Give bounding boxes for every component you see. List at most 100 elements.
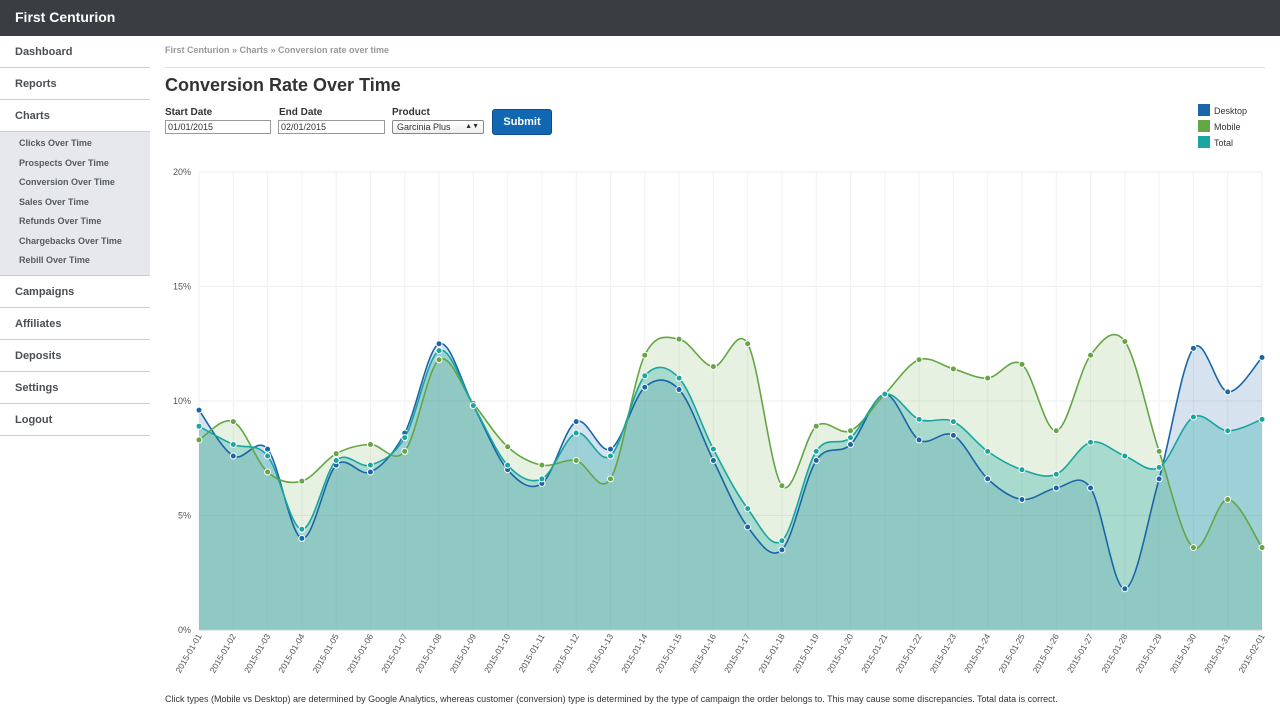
y-tick-label: 0% <box>178 625 191 635</box>
sidebar-item-dashboard[interactable]: Dashboard <box>0 36 150 68</box>
charts-subnav: Clicks Over Time Prospects Over Time Con… <box>0 132 150 276</box>
x-tick-label: 2015-01-07 <box>379 632 410 675</box>
x-tick-label: 2015-01-11 <box>517 632 547 674</box>
x-tick-label: 2015-01-26 <box>1031 632 1062 675</box>
legend-swatch-total <box>1198 136 1210 148</box>
point-mobile <box>949 365 957 373</box>
point-total <box>366 461 374 469</box>
point-desktop <box>572 418 580 426</box>
legend-item-mobile[interactable]: Mobile <box>1198 120 1247 136</box>
point-desktop <box>1258 353 1266 361</box>
breadcrumb[interactable]: First Centurion » Charts » Conversion ra… <box>165 45 389 55</box>
subnav-item-refunds-over-time[interactable]: Refunds Over Time <box>0 212 150 232</box>
sidebar-item-affiliates[interactable]: Affiliates <box>0 308 150 340</box>
subnav-item-chargebacks-over-time[interactable]: Chargebacks Over Time <box>0 232 150 252</box>
sidebar-item-logout[interactable]: Logout <box>0 404 150 436</box>
point-desktop <box>744 523 752 531</box>
subnav-item-conversion-over-time[interactable]: Conversion Over Time <box>0 173 150 193</box>
x-tick-label: 2015-01-19 <box>791 632 822 675</box>
x-tick-label: 2015-01-09 <box>448 632 479 675</box>
point-mobile <box>812 422 820 430</box>
point-mobile <box>572 457 580 465</box>
x-tick-label: 2015-01-10 <box>482 632 513 675</box>
point-mobile <box>1189 544 1197 552</box>
point-total <box>435 347 443 355</box>
x-tick-label: 2015-01-05 <box>310 632 341 675</box>
point-total <box>504 461 512 469</box>
conversion-rate-chart: 0%5%10%15%20%2015-01-01 2015-01-02 2015-01… <box>173 167 1267 675</box>
subnav-item-clicks-over-time[interactable]: Clicks Over Time <box>0 134 150 154</box>
brand-logo[interactable]: First Centurion <box>15 9 115 25</box>
point-mobile <box>709 363 717 371</box>
point-total <box>606 452 614 460</box>
point-total <box>1087 438 1095 446</box>
point-desktop <box>1087 484 1095 492</box>
point-mobile <box>1018 360 1026 368</box>
x-tick-label: 2015-01-25 <box>996 632 1027 675</box>
point-total <box>1189 413 1197 421</box>
y-tick-label: 10% <box>173 396 191 406</box>
legend-item-total[interactable]: Total <box>1198 136 1247 152</box>
y-tick-label: 5% <box>178 511 191 521</box>
point-total <box>949 418 957 426</box>
point-mobile <box>675 335 683 343</box>
product-select[interactable]: Garcinia Plus ▲▼ <box>392 120 484 134</box>
x-tick-label: 2015-02-01 <box>1236 632 1267 675</box>
sidebar-item-deposits[interactable]: Deposits <box>0 340 150 372</box>
x-tick-label: 2015-01-27 <box>1065 632 1096 675</box>
subnav-item-rebill-over-time[interactable]: Rebill Over Time <box>0 251 150 271</box>
x-tick-label: 2015-01-15 <box>653 632 684 675</box>
point-mobile <box>366 441 374 449</box>
x-tick-label: 2015-01-16 <box>688 632 719 675</box>
top-bar: First Centurion <box>0 0 1280 36</box>
point-total <box>847 434 855 442</box>
select-arrows-icon: ▲▼ <box>465 123 479 130</box>
subnav-item-prospects-over-time[interactable]: Prospects Over Time <box>0 154 150 174</box>
sidebar-item-reports[interactable]: Reports <box>0 68 150 100</box>
subnav-item-sales-over-time[interactable]: Sales Over Time <box>0 193 150 213</box>
point-mobile <box>915 356 923 364</box>
point-mobile <box>1155 447 1163 455</box>
x-tick-label: 2015-01-03 <box>242 632 273 675</box>
start-date-label: Start Date <box>165 107 213 118</box>
sidebar-item-charts[interactable]: Charts <box>0 100 150 132</box>
point-mobile <box>435 356 443 364</box>
point-total <box>1121 452 1129 460</box>
legend-label-mobile: Mobile <box>1214 122 1241 132</box>
start-date-input[interactable] <box>165 120 271 134</box>
point-total <box>469 402 477 410</box>
x-tick-label: 2015-01-23 <box>928 632 959 675</box>
point-mobile <box>606 475 614 483</box>
end-date-input[interactable] <box>278 120 385 134</box>
point-desktop <box>435 340 443 348</box>
point-desktop <box>915 436 923 444</box>
point-total <box>401 434 409 442</box>
point-total <box>332 457 340 465</box>
point-mobile <box>1258 544 1266 552</box>
product-label: Product <box>392 107 430 118</box>
point-mobile <box>298 477 306 485</box>
sidebar-item-settings[interactable]: Settings <box>0 372 150 404</box>
x-tick-label: 2015-01-22 <box>893 632 924 675</box>
point-total <box>812 447 820 455</box>
x-tick-label: 2015-01-28 <box>1099 632 1130 675</box>
legend-label-total: Total <box>1214 138 1234 148</box>
submit-button[interactable]: Submit <box>492 109 552 135</box>
legend-item-desktop[interactable]: Desktop <box>1198 104 1247 120</box>
point-mobile <box>504 443 512 451</box>
point-mobile <box>195 436 203 444</box>
point-mobile <box>1087 351 1095 359</box>
sidebar-item-campaigns[interactable]: Campaigns <box>0 276 150 308</box>
x-tick-label: 2015-01-06 <box>345 632 376 675</box>
x-tick-label: 2015-01-13 <box>585 632 616 675</box>
chart-legend: Desktop Mobile Total <box>1198 104 1247 152</box>
x-tick-label: 2015-01-20 <box>825 632 856 675</box>
point-desktop <box>984 475 992 483</box>
point-desktop <box>1018 495 1026 503</box>
x-tick-label: 2015-01-12 <box>551 632 582 675</box>
product-select-value: Garcinia Plus <box>397 122 451 132</box>
point-desktop <box>366 468 374 476</box>
point-mobile <box>1052 427 1060 435</box>
point-desktop <box>1052 484 1060 492</box>
point-desktop <box>949 431 957 439</box>
